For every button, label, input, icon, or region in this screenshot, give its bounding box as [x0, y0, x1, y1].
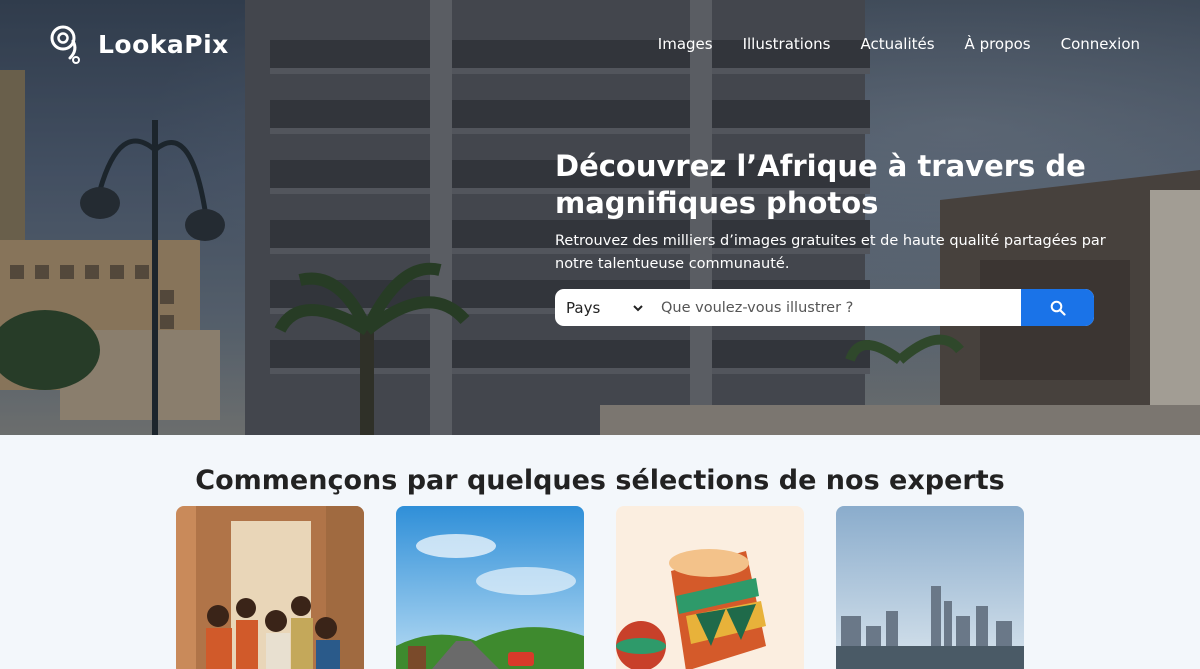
brand-logo[interactable]: LookaPix — [46, 22, 229, 66]
nav-item-a-propos[interactable]: À propos — [965, 35, 1031, 53]
gallery-image-drums-illustration — [616, 506, 804, 669]
section-title: Commençons par quelques sélections de no… — [195, 465, 1005, 496]
country-select[interactable]: Pays — [555, 289, 653, 326]
hero-subtitle: Retrouvez des milliers d’images gratuite… — [555, 233, 1106, 272]
nav-item-connexion[interactable]: Connexion — [1061, 35, 1140, 53]
nav-item-images[interactable]: Images — [658, 35, 713, 53]
gallery-card[interactable] — [396, 506, 584, 669]
hero-title: Découvrez l’Afrique à travers de magnifi… — [555, 149, 1086, 220]
nav-item-actualites[interactable]: Actualités — [860, 35, 934, 53]
brand-name: LookaPix — [98, 29, 229, 59]
search-bar: Pays — [555, 289, 1094, 326]
logo-icon — [50, 25, 80, 64]
gallery-image-road — [396, 506, 584, 669]
search-icon — [1050, 300, 1066, 316]
gallery-image-children — [176, 506, 364, 669]
gallery-card[interactable] — [836, 506, 1024, 669]
nav-item-illustrations[interactable]: Illustrations — [743, 35, 831, 53]
chevron-down-icon — [633, 304, 643, 311]
gallery-card[interactable] — [616, 506, 804, 669]
search-input[interactable] — [653, 289, 1021, 326]
country-select-value: Pays — [566, 298, 601, 317]
gallery-image-city-skyline — [836, 506, 1024, 669]
search-button[interactable] — [1021, 289, 1094, 326]
gallery-card[interactable] — [176, 506, 364, 669]
main-nav: Images Illustrations Actualités À propos… — [658, 35, 1140, 53]
